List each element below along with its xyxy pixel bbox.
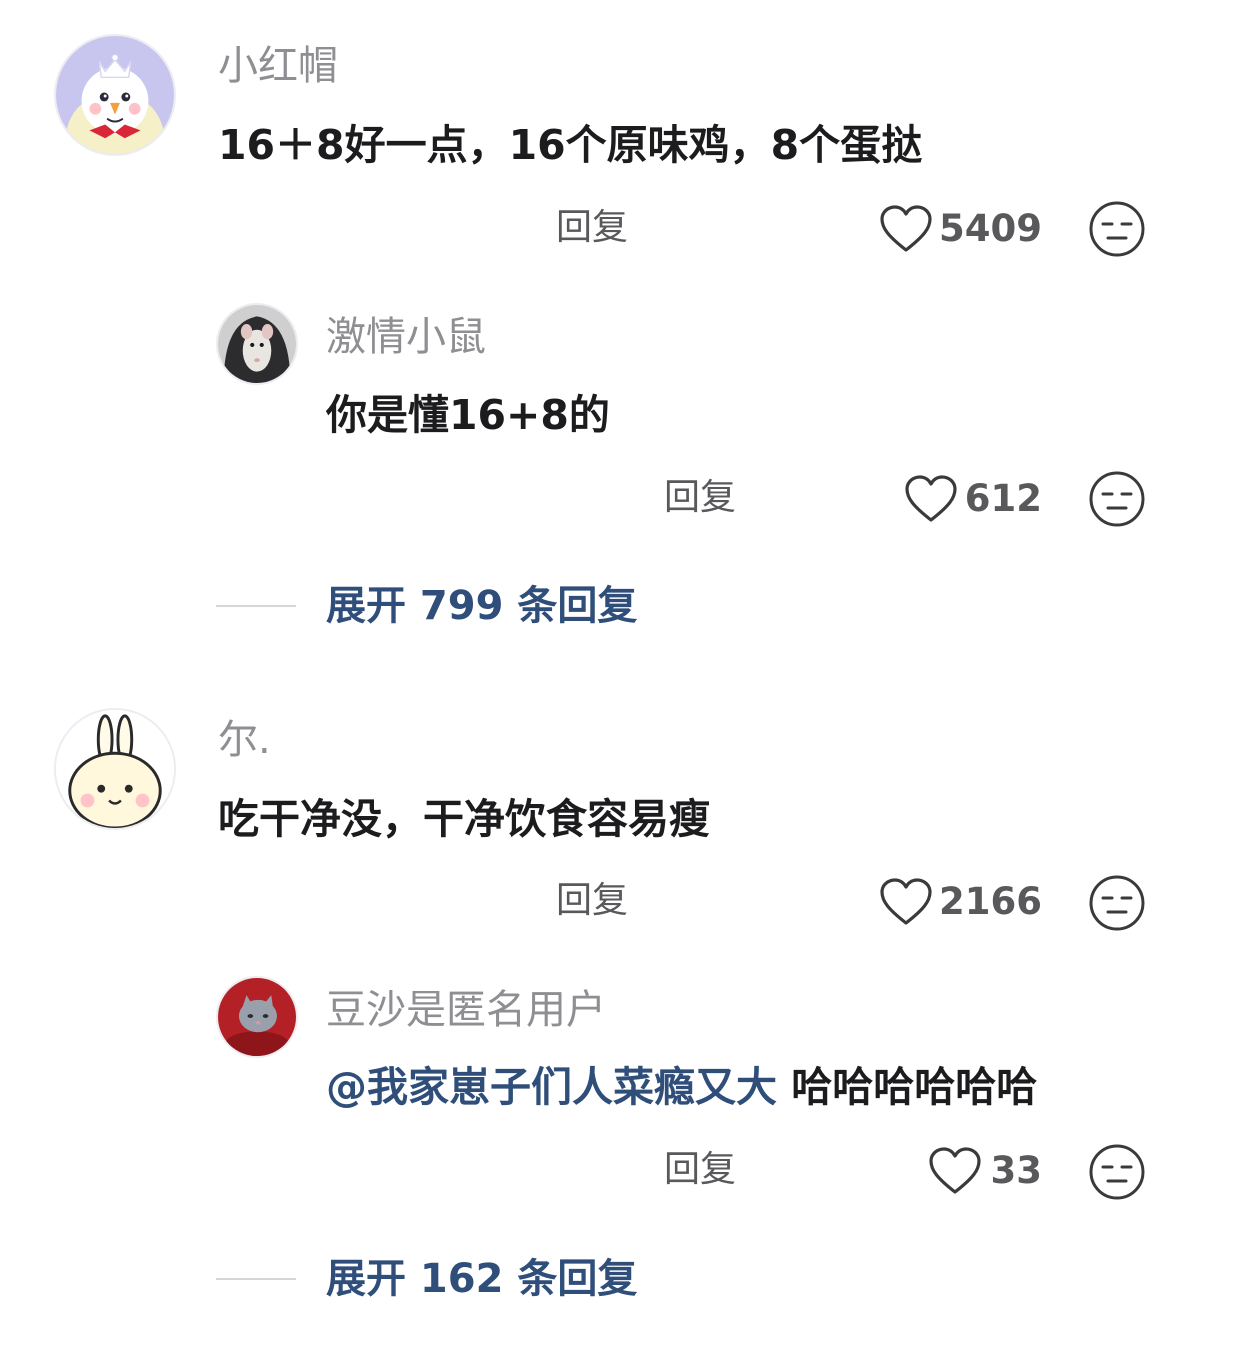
- mention-link[interactable]: @我家崽子们人菜瘾又大: [326, 1063, 777, 1111]
- comment-username[interactable]: 尔.: [218, 716, 271, 764]
- reply-button[interactable]: 回复: [556, 206, 628, 250]
- expand-divider: [216, 605, 296, 607]
- reply-text-body: 哈哈哈哈哈哈: [777, 1063, 1038, 1111]
- like-count: 2166: [939, 880, 1042, 923]
- unamused-face-icon[interactable]: [1088, 874, 1146, 932]
- unamused-face-icon[interactable]: [1088, 1143, 1146, 1201]
- mouse-hoodie-avatar-image: [218, 305, 296, 383]
- avatar[interactable]: [54, 708, 176, 830]
- unamused-face-icon[interactable]: [1088, 200, 1146, 258]
- reply-text: 你是懂16+8的: [326, 391, 610, 439]
- snowman-avatar-image: [56, 36, 174, 154]
- expand-divider: [216, 1278, 296, 1280]
- cat-avatar-image: [218, 978, 296, 1056]
- expand-replies-button[interactable]: 展开 799 条回复: [326, 582, 637, 630]
- unamused-face-icon[interactable]: [1088, 470, 1146, 528]
- comment-text: 16＋8好一点，16个原味鸡，8个蛋挞: [218, 121, 923, 169]
- expand-replies-button[interactable]: 展开 162 条回复: [326, 1255, 637, 1303]
- reply-button[interactable]: 回复: [664, 476, 736, 520]
- avatar[interactable]: [216, 303, 298, 385]
- like-count: 5409: [939, 207, 1042, 250]
- reply-button[interactable]: 回复: [556, 879, 628, 923]
- avatar[interactable]: [54, 34, 176, 156]
- comment-text: 吃干净没，干净饮食容易瘦: [218, 795, 710, 843]
- reply-username[interactable]: 激情小鼠: [326, 313, 486, 361]
- bunny-avatar-image: [56, 710, 174, 828]
- avatar[interactable]: [216, 976, 298, 1058]
- reply-username[interactable]: 豆沙是匿名用户: [326, 986, 606, 1034]
- reply-text: @我家崽子们人菜瘾又大 哈哈哈哈哈哈: [326, 1062, 1037, 1112]
- like-count: 33: [990, 1149, 1043, 1192]
- reply-button[interactable]: 回复: [664, 1148, 736, 1192]
- like-count: 612: [964, 477, 1042, 520]
- comment-username[interactable]: 小红帽: [218, 42, 338, 90]
